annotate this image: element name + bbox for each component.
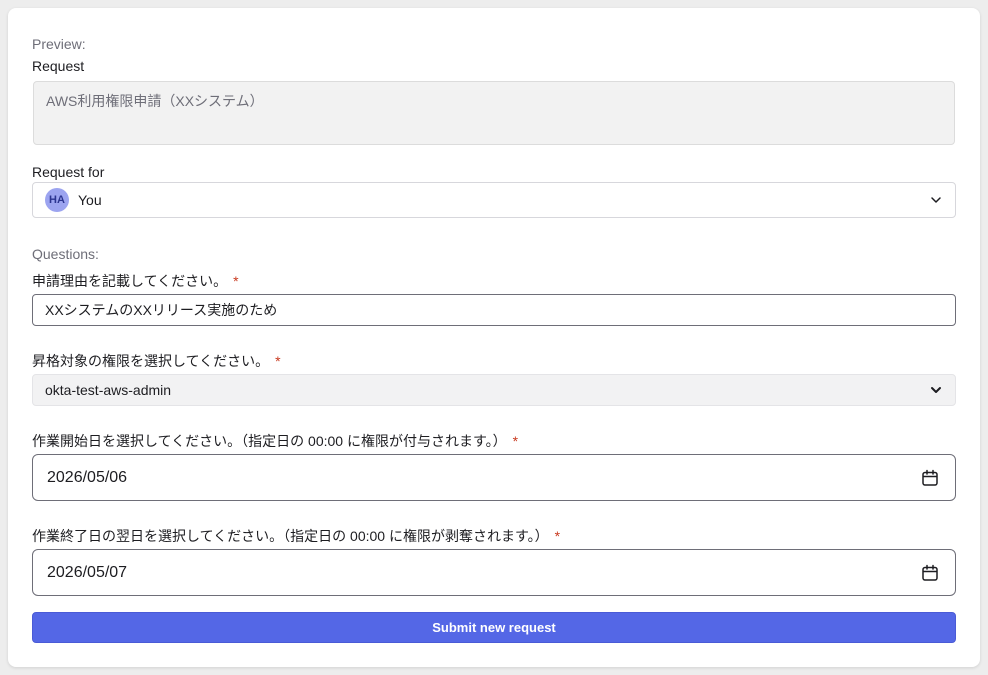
request-for-select[interactable]: HA You — [32, 182, 956, 218]
request-for-selected-value: You — [78, 192, 102, 208]
questions-section-label: Questions: — [32, 246, 99, 262]
role-select-value: okta-test-aws-admin — [45, 382, 172, 398]
required-mark: * — [512, 433, 519, 449]
avatar: HA — [45, 188, 69, 212]
question-4-text: 作業終了日の翌日を選択してください。（指定日の 00:00 に権限が剥奪されます… — [32, 528, 549, 544]
role-select[interactable]: okta-test-aws-admin — [32, 374, 956, 406]
chevron-down-icon — [931, 197, 941, 203]
question-1-label: 申請理由を記載してください。 * — [32, 271, 239, 291]
request-label: Request — [32, 58, 85, 74]
required-mark: * — [233, 273, 239, 289]
question-2-label: 昇格対象の権限を選択してください。 * — [32, 351, 281, 371]
start-date-input[interactable]: 2026/05/06 — [32, 454, 956, 501]
question-1-text: 申請理由を記載してください。 — [32, 273, 228, 289]
end-date-input[interactable]: 2026/05/07 — [32, 549, 956, 596]
chevron-down-icon — [931, 387, 941, 393]
preview-section-label: Preview: — [32, 36, 86, 52]
request-for-label: Request for — [32, 164, 105, 180]
required-mark: * — [554, 528, 561, 544]
request-form-card: Preview: Request AWS利用権限申請（XXシステム） Reque… — [8, 8, 980, 667]
start-date-value: 2026/05/06 — [47, 468, 128, 486]
calendar-icon[interactable] — [921, 469, 939, 487]
calendar-icon[interactable] — [921, 564, 939, 582]
question-4-label: 作業終了日の翌日を選択してください。（指定日の 00:00 に権限が剥奪されます… — [32, 526, 560, 546]
reason-input[interactable]: XXシステムのXXリリース実施のため — [32, 294, 956, 326]
question-3-text: 作業開始日を選択してください。（指定日の 00:00 に権限が付与されます。） — [32, 433, 507, 449]
required-mark: * — [275, 353, 281, 369]
submit-request-button[interactable]: Submit new request — [32, 612, 956, 643]
question-3-label: 作業開始日を選択してください。（指定日の 00:00 に権限が付与されます。） * — [32, 431, 518, 451]
end-date-value: 2026/05/07 — [47, 563, 128, 581]
request-preview-field: AWS利用権限申請（XXシステム） — [33, 81, 955, 145]
question-2-text: 昇格対象の権限を選択してください。 — [32, 353, 270, 369]
